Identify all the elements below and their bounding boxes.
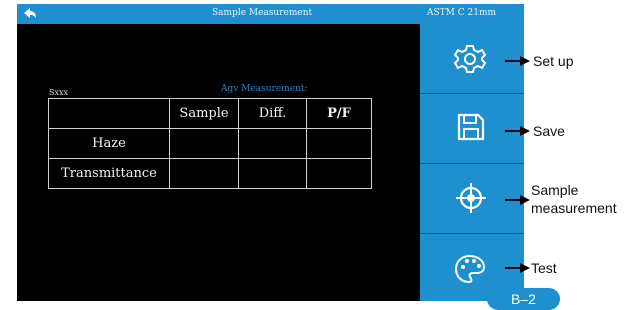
table-cell — [169, 128, 239, 159]
row-label-transmittance: Transmittance — [48, 158, 170, 189]
annotation-test: Test — [531, 260, 557, 276]
table-cell — [238, 158, 307, 189]
top-bar: Sample Measurement ASTM C 21mm — [17, 4, 524, 24]
table-cell — [306, 128, 372, 159]
figure-label-badge: B–2 — [487, 288, 560, 310]
table-cell — [306, 158, 372, 189]
sample-name: Sxxx — [49, 88, 69, 97]
annotation-sample-line1: Sample — [531, 182, 579, 198]
arrow-icon — [505, 56, 530, 66]
annotation-save: Save — [533, 123, 565, 139]
table-row: Haze — [48, 128, 372, 159]
row-label-haze: Haze — [48, 128, 170, 159]
column-header-diff: Diff. — [238, 98, 307, 129]
table-cell — [169, 158, 239, 189]
annotation-setup: Set up — [533, 53, 574, 69]
annotation-sample-line2: measurement — [531, 200, 617, 216]
column-header-pf: P/F — [306, 98, 372, 129]
standard-label: ASTM C 21mm — [427, 8, 497, 18]
screen-title: Sample Measurement — [212, 8, 313, 18]
gear-icon — [453, 45, 487, 73]
crosshair-icon — [456, 183, 486, 213]
palette-icon — [454, 254, 486, 284]
measurement-table: Sample Diff. P/F Haze Transmittance — [48, 98, 372, 189]
back-arrow-icon[interactable] — [21, 5, 39, 23]
table-header-row: Sample Diff. P/F — [48, 98, 372, 129]
column-header-sample: Sample — [169, 98, 239, 129]
table-row: Transmittance — [48, 158, 372, 189]
average-measurement-label: Agv Measurement: — [221, 84, 308, 94]
device-screen: Sample Measurement ASTM C 21mm Sxxx Agv … — [17, 4, 524, 301]
arrow-icon — [505, 263, 530, 273]
arrow-icon — [505, 195, 530, 205]
arrow-icon — [505, 126, 530, 136]
table-cell — [238, 128, 307, 159]
floppy-disk-icon — [457, 113, 485, 141]
table-header-corner — [48, 98, 170, 129]
